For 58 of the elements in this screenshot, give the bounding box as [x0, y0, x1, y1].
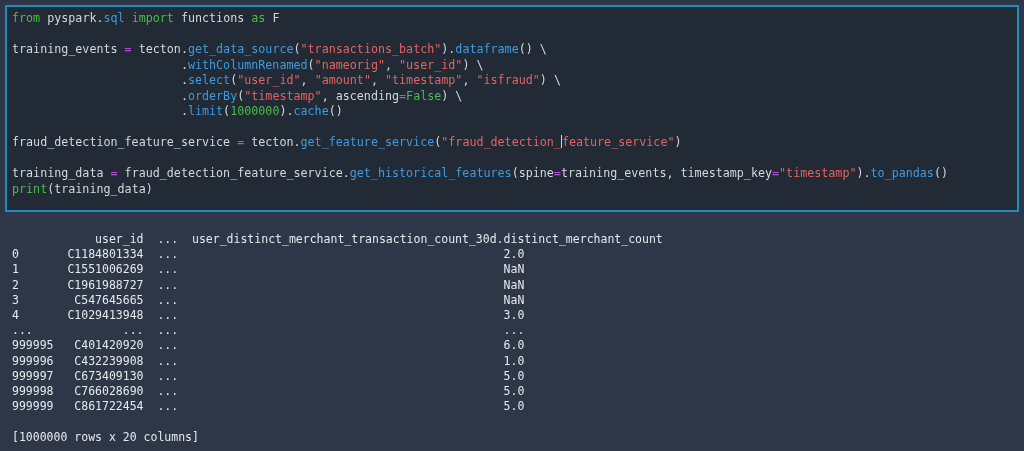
table-cell-text: ...: [121, 323, 144, 339]
table-cell-text: 6.0: [502, 338, 525, 354]
row-index: 2: [12, 277, 20, 293]
table-cell-text: C401420920: [73, 338, 144, 354]
table-cell: C1961988727: [67, 277, 144, 293]
table-cell: ...: [157, 307, 179, 324]
code-line: .limit(1000000).cache(): [179, 104, 343, 120]
code-line: print(training_data): [12, 181, 153, 197]
table-cell: ...: [157, 399, 179, 415]
table-cell: ...: [157, 338, 179, 354]
row-index: 999999: [12, 399, 55, 415]
code-cell[interactable]: [5, 5, 1019, 212]
code-line: .withColumnRenamed("nameorig", "user_id") \: [179, 57, 484, 73]
table-cell: ...: [157, 292, 179, 308]
code-line: from pyspark.sql import functions as F: [12, 11, 280, 27]
table-cell-text: ...: [502, 323, 525, 339]
table-cell: ...: [157, 262, 179, 278]
table-cell: ...: [157, 383, 179, 400]
table-cell-text: 5.0: [502, 399, 525, 415]
table-cell: C1029413948: [67, 307, 144, 324]
row-index: 999997: [12, 368, 55, 384]
table-cell-text: NaN: [502, 277, 525, 293]
table-cell-text: 5.0: [502, 383, 525, 400]
row-index: ...: [12, 323, 34, 339]
row-index: 1: [12, 262, 20, 278]
code-line: .orderBy("timestamp", ascending=False) \: [179, 88, 463, 104]
table-cell-text: C766028690: [73, 383, 144, 400]
table-cell-text: C432239908: [73, 353, 144, 369]
code-line: fraud_detection_feature_service = tecton.get_feature_service("fraud_detection_feature_service"): [12, 135, 682, 151]
row-index: 0: [12, 247, 20, 263]
row-index: 4: [12, 307, 20, 324]
table-cell-text: 1.0: [502, 353, 525, 369]
row-index: 999995: [12, 338, 55, 354]
output-summary: [1000000 rows x 20 columns]: [12, 430, 199, 446]
code-line: training_events = tecton.get_data_source("transactions_batch").dataframe() \: [12, 42, 547, 58]
table-cell-text: C547645665: [73, 292, 144, 308]
code-line: .select("user_id", "amount", "timestamp", "isfraud") \: [179, 73, 561, 89]
table-cell-text: NaN: [502, 292, 525, 308]
table-cell: ...: [157, 323, 179, 339]
row-index: 999998: [12, 383, 55, 400]
table-cell-text: C673409130: [73, 368, 144, 384]
row-index: 999996: [12, 353, 55, 369]
table-cell: C1184801334: [67, 247, 144, 263]
table-cell: ...: [157, 247, 179, 263]
column-header: ...: [157, 232, 179, 248]
table-cell-text: 5.0: [502, 368, 525, 384]
column-header: user_id: [94, 232, 144, 248]
table-cell: ...: [157, 368, 179, 384]
table-cell: ...: [157, 353, 179, 369]
column-header: user_distinct_merchant_transaction_count_30d.distinct_merchant_count: [192, 232, 663, 248]
row-index: 3: [12, 292, 20, 308]
table-cell-text: 2.0: [502, 247, 525, 263]
table-cell-text: 3.0: [502, 307, 525, 324]
table-cell-text: NaN: [502, 262, 525, 278]
table-cell: C1551006269: [67, 262, 144, 278]
code-line: training_data = fraud_detection_feature_service.get_historical_features(spine=training_events, timestamp_key="timestamp").to_pandas(): [12, 166, 948, 182]
table-cell: ...: [157, 277, 179, 293]
table-cell-text: C861722454: [73, 399, 144, 415]
